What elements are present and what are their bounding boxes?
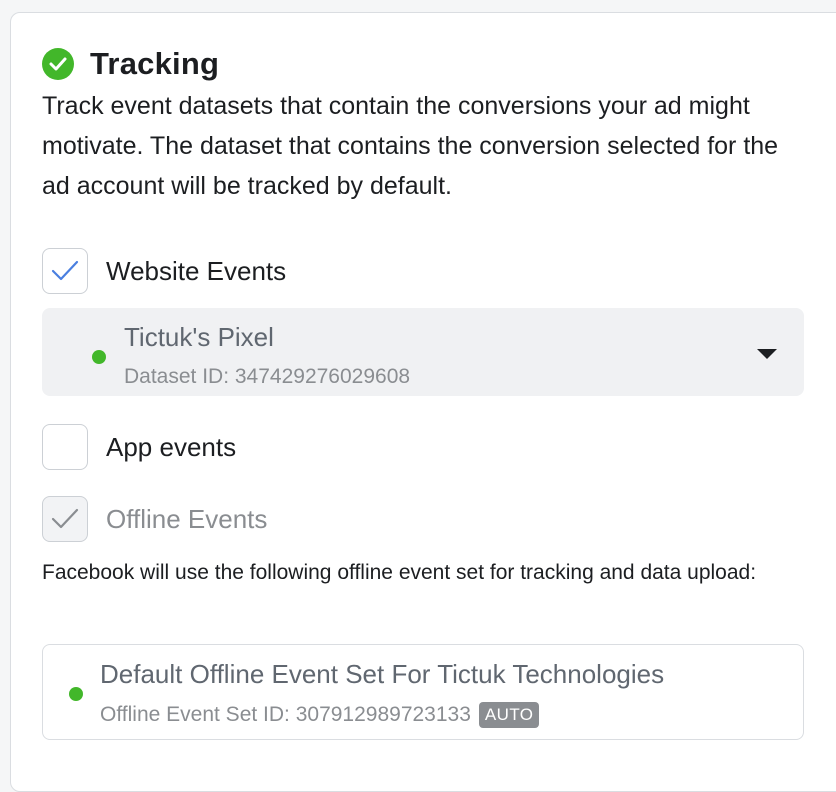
checkmark-icon xyxy=(51,260,79,281)
offline-events-checkbox xyxy=(42,496,88,542)
website-events-option[interactable]: Website Events xyxy=(42,248,286,294)
tracking-header: Tracking xyxy=(42,46,219,82)
website-events-label: Website Events xyxy=(106,255,287,286)
section-description: Track event datasets that contain the co… xyxy=(42,92,779,200)
offline-set-id: Offline Event Set ID: 307912989723133 xyxy=(100,703,471,726)
auto-badge: AUTO xyxy=(478,702,540,728)
status-dot-icon xyxy=(69,687,83,701)
caret-down-icon[interactable] xyxy=(756,348,778,360)
website-events-checkbox[interactable] xyxy=(42,248,88,294)
dataset-id: Dataset ID: 347429276029608 xyxy=(124,365,411,388)
offline-events-option: Offline Events xyxy=(42,496,267,542)
app-events-label: App events xyxy=(106,431,237,462)
dataset-select[interactable]: Tictuk's Pixel Dataset ID: 3474292760296… xyxy=(42,308,804,396)
checkmark-icon xyxy=(51,508,79,529)
app-events-checkbox[interactable] xyxy=(42,424,88,470)
dataset-name: Tictuk's Pixel xyxy=(124,322,274,352)
success-check-icon xyxy=(42,48,74,80)
offline-event-set-box: Default Offline Event Set For Tictuk Tec… xyxy=(42,644,804,740)
offline-events-label: Offline Events xyxy=(106,503,268,534)
section-title: Tracking xyxy=(90,46,220,81)
offline-set-name: Default Offline Event Set For Tictuk Tec… xyxy=(100,659,665,689)
status-dot-icon xyxy=(92,350,106,364)
offline-note: Facebook will use the following offline … xyxy=(42,561,757,584)
app-events-option[interactable]: App events xyxy=(42,424,236,470)
offline-set-id-row: Offline Event Set ID: 307912989723133 AU… xyxy=(100,702,540,728)
